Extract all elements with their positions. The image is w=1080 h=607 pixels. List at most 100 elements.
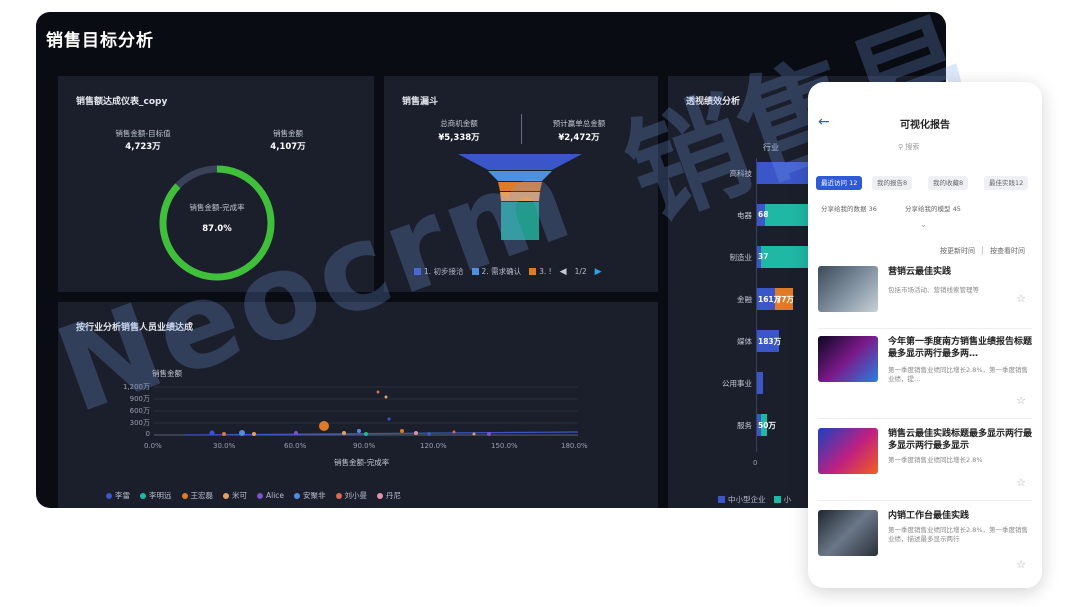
perf-legend: 中小型企业 小 xyxy=(718,494,791,505)
report-item[interactable]: 今年第一季度南方销售业绩报告标题最多显示两行最多两… 第一季度销售业绩同比增长2… xyxy=(808,326,1042,416)
funnel-legend-item[interactable]: 1. 初步接洽 xyxy=(414,266,464,277)
filter-favorites[interactable]: 我的收藏8 xyxy=(928,176,969,190)
completion-ring xyxy=(159,165,275,281)
expand-chevron-icon[interactable]: ⌄ xyxy=(920,220,927,229)
x-tick: 60.0% xyxy=(284,442,307,450)
funnel-stage-5 xyxy=(501,202,539,240)
scatter-point[interactable] xyxy=(414,431,418,435)
scatter-point[interactable] xyxy=(342,431,346,435)
x-tick: 30.0% xyxy=(213,442,236,450)
scatter-point[interactable] xyxy=(472,432,476,436)
scatter-legend-item[interactable]: 米可 xyxy=(223,490,247,501)
scatter-legend-item[interactable]: 李雷 xyxy=(106,490,130,501)
legend-label: 丹尼 xyxy=(386,491,402,500)
favorite-star-icon[interactable]: ☆ xyxy=(1016,394,1026,407)
scatter-y-title: 销售金额 xyxy=(152,369,182,378)
scatter-x-title: 销售金额-完成率 xyxy=(334,458,390,467)
legend-label: 2. 需求确认 xyxy=(481,267,522,276)
actual-label: 销售金额 xyxy=(273,129,303,138)
scatter-point[interactable] xyxy=(487,432,491,436)
scatter-point[interactable] xyxy=(387,417,391,421)
x-tick: 120.0% xyxy=(420,442,447,450)
report-thumbnail xyxy=(818,266,878,312)
report-title: 内销工作台最佳实践 xyxy=(888,511,970,521)
sort-by-update[interactable]: 按更新时间 xyxy=(940,246,975,256)
scatter-point[interactable] xyxy=(252,432,256,436)
funnel-legend: 1. 初步接洽 2. 需求确认 3. ! ◀ 1/2 ▶ xyxy=(414,266,602,277)
scatter-panel[interactable]: 按行业分析销售人员业绩达成 销售金额 1,200万 900万 600万 300万… xyxy=(58,302,658,508)
perf-category-label: 服务 xyxy=(737,421,752,430)
perf-category-label: 金融 xyxy=(737,295,752,304)
filter-recent[interactable]: 最近访问 12 xyxy=(816,176,863,190)
perf-bar-value: 77万 xyxy=(776,295,794,304)
scatter-point[interactable] xyxy=(222,432,226,436)
target-value: 4,723万 xyxy=(125,142,161,152)
scatter-point[interactable] xyxy=(376,390,380,394)
funnel-panel[interactable]: 销售漏斗 总商机金额 ¥5,338万 预计赢单总金额 ¥2,472万 1. 初步… xyxy=(384,76,658,292)
funnel-divider xyxy=(521,114,522,144)
scatter-legend-item[interactable]: Alice xyxy=(257,491,284,500)
report-item[interactable]: 销售云最佳实践标题最多显示两行最多显示两行最多显示 第一季度销售业绩同比增长2.… xyxy=(808,418,1042,508)
scatter-point[interactable] xyxy=(209,430,215,436)
scatter-point[interactable] xyxy=(427,432,431,436)
scatter-point[interactable] xyxy=(319,421,329,431)
legend-dot xyxy=(106,492,112,499)
perf-category-label: 高科技 xyxy=(729,169,753,178)
scatter-point[interactable] xyxy=(384,395,388,399)
funnel-legend-item[interactable]: 3. ! xyxy=(529,267,552,276)
scatter-point[interactable] xyxy=(400,429,404,433)
search-input[interactable]: ⚲ 搜索 xyxy=(898,142,958,156)
favorite-star-icon[interactable]: ☆ xyxy=(1016,558,1026,571)
x-tick: 180.0% xyxy=(561,442,588,450)
perf-bar-sme[interactable] xyxy=(757,372,763,394)
legend-dot xyxy=(294,492,301,499)
scatter-legend-item[interactable]: 丹尼 xyxy=(377,490,401,501)
favorite-star-icon[interactable]: ☆ xyxy=(1016,292,1026,305)
report-thumbnail xyxy=(818,510,878,556)
scatter-legend-item[interactable]: 刘小曼 xyxy=(335,490,368,501)
legend-dot xyxy=(140,492,146,499)
scatter-legend-item[interactable]: 王宏磊 xyxy=(181,490,213,501)
target-label: 销售金额-目标值 xyxy=(115,129,171,138)
perf-legend-item[interactable]: 中小型企业 xyxy=(718,494,766,505)
report-thumbnail xyxy=(818,428,878,474)
perf-category-label: 公用事业 xyxy=(722,379,752,388)
scatter-point[interactable] xyxy=(239,430,245,436)
funnel-panel-title: 销售漏斗 xyxy=(402,97,439,107)
scatter-point[interactable] xyxy=(294,431,298,435)
opp-value: ¥5,338万 xyxy=(438,133,480,143)
mobile-title: 可视化报告 xyxy=(900,120,950,131)
scatter-point[interactable] xyxy=(357,429,361,433)
forecast-value: ¥2,472万 xyxy=(558,133,600,143)
gauge-panel[interactable]: 销售额达成仪表_copy 销售金额-目标值 4,723万 销售金额 4,107万… xyxy=(58,76,374,292)
perf-category-label: 媒体 xyxy=(737,337,752,346)
report-subtitle: 包括市场活动、营销线索管理等 xyxy=(888,286,979,294)
legend-dot xyxy=(377,492,384,499)
scatter-legend-item[interactable]: 李明远 xyxy=(140,490,172,501)
legend-swatch xyxy=(718,496,725,503)
report-subtitle: 第一季度销售业绩同比增长2.8%，第一季度销售业绩，提… xyxy=(888,366,1029,383)
perf-header: 行业 xyxy=(763,143,779,152)
favorite-star-icon[interactable]: ☆ xyxy=(1016,476,1026,489)
legend-label: 刘小曼 xyxy=(344,491,368,500)
legend-next-icon[interactable]: ▶ xyxy=(595,267,602,277)
y-tick: 0 xyxy=(145,430,150,438)
filter-shared-model[interactable]: 分享给我的模型 45 xyxy=(900,202,966,216)
legend-prev-icon[interactable]: ◀ xyxy=(560,267,567,277)
search-placeholder: 搜索 xyxy=(905,143,920,151)
perf-legend-item[interactable]: 小 xyxy=(773,494,791,505)
scatter-legend-item[interactable]: 安聚非 xyxy=(294,490,326,501)
report-item[interactable]: 内销工作台最佳实践 第一季度销售业绩同比增长2.8%，第一季度销售业绩，描述最多… xyxy=(808,500,1042,588)
legend-label: 3. ! xyxy=(539,267,552,276)
filter-my-reports[interactable]: 我的报告8 xyxy=(872,176,913,190)
filter-best-practice[interactable]: 最佳实践12 xyxy=(984,176,1029,190)
y-tick: 900万 xyxy=(129,395,150,403)
opp-label: 总商机金额 xyxy=(440,119,478,128)
filter-shared-data[interactable]: 分享给我的数据 36 xyxy=(816,202,882,216)
sort-by-view[interactable]: 按查看时间 xyxy=(990,246,1025,256)
scatter-legend: 李雷 李明远 王宏磊 米可 Alice 安聚非 刘小曼 丹尼 xyxy=(106,490,401,501)
legend-label: 中小型企业 xyxy=(728,495,766,504)
funnel-legend-item[interactable]: 2. 需求确认 xyxy=(471,266,522,277)
scatter-point[interactable] xyxy=(364,432,368,436)
scatter-point[interactable] xyxy=(452,430,456,434)
